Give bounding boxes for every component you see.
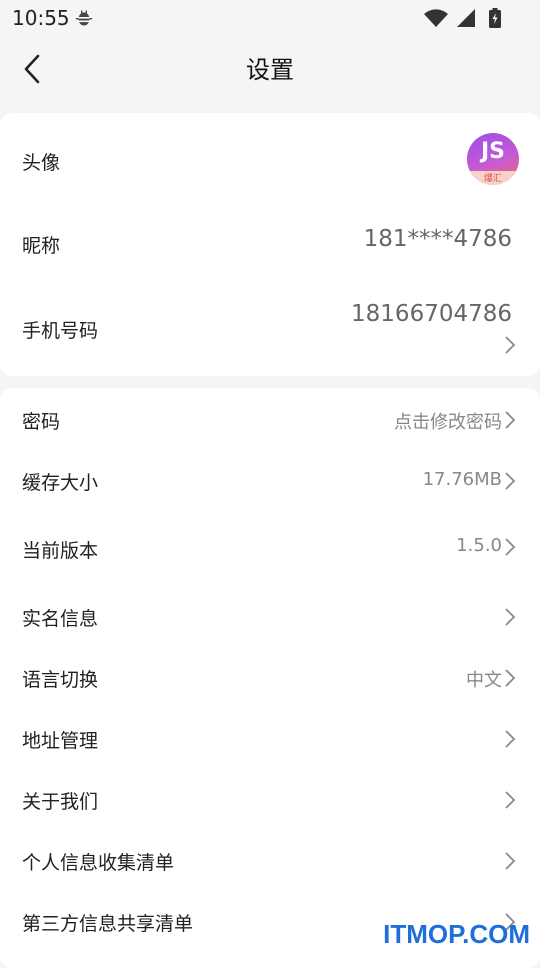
settings-row-value: 中文 xyxy=(466,670,502,691)
chevron-right-icon xyxy=(505,730,516,748)
settings-row-label: 第三方信息共享清单 xyxy=(22,913,194,935)
settings-row-label: 语言切换 xyxy=(22,669,99,691)
settings-row-label: 当前版本 xyxy=(22,540,99,562)
settings-row-value: 点击修改密码 xyxy=(394,412,502,433)
settings-row-label: 密码 xyxy=(22,411,61,433)
battery-icon xyxy=(489,8,501,28)
chevron-right-icon xyxy=(505,791,516,809)
settings-row-label: 关于我们 xyxy=(22,791,99,813)
status-bar: 10:55 xyxy=(0,0,540,36)
settings-card: 密码 点击修改密码 缓存大小 17.76MB 当前版本 1.5.0 实名信息 语… xyxy=(0,388,540,968)
avatar-logo-text: 爆汇 xyxy=(483,174,502,184)
signal-icon xyxy=(456,9,475,27)
system-icons xyxy=(423,8,502,28)
wifi-icon xyxy=(423,9,448,27)
app-header: 设置 xyxy=(0,36,540,106)
settings-row-value: 17.76MB xyxy=(422,469,502,490)
avatar-label: 头像 xyxy=(22,152,61,174)
settings-row-value: 1.5.0 xyxy=(456,535,502,556)
avatar-logo-mark: JS xyxy=(480,139,506,164)
chevron-right-icon xyxy=(505,669,516,687)
chevron-right-icon xyxy=(505,538,516,556)
page-title: 设置 xyxy=(246,56,294,84)
chevron-right-icon xyxy=(505,608,516,626)
chevron-right-icon xyxy=(505,411,516,429)
profile-card: 头像 JS 爆汇 昵称 181****4786 手机号码 18166704786 xyxy=(0,113,540,376)
avatar[interactable]: JS 爆汇 xyxy=(467,133,519,185)
nickname-value: 181****4786 xyxy=(363,226,512,252)
settings-row-label: 实名信息 xyxy=(22,608,99,630)
chevron-right-icon xyxy=(505,852,516,870)
phone-value: 18166704786 xyxy=(351,301,512,327)
status-time: 10:55 xyxy=(12,6,70,30)
chevron-right-icon xyxy=(505,472,516,490)
watermark: ITMOP.COM xyxy=(383,919,530,949)
settings-row-label: 地址管理 xyxy=(22,730,99,752)
chevron-right-icon xyxy=(505,336,516,354)
settings-row-label: 缓存大小 xyxy=(22,472,99,494)
nickname-label: 昵称 xyxy=(22,235,61,257)
phone-label: 手机号码 xyxy=(22,320,99,342)
debug-bug-icon xyxy=(76,10,92,26)
settings-row-label: 个人信息收集清单 xyxy=(22,852,175,874)
